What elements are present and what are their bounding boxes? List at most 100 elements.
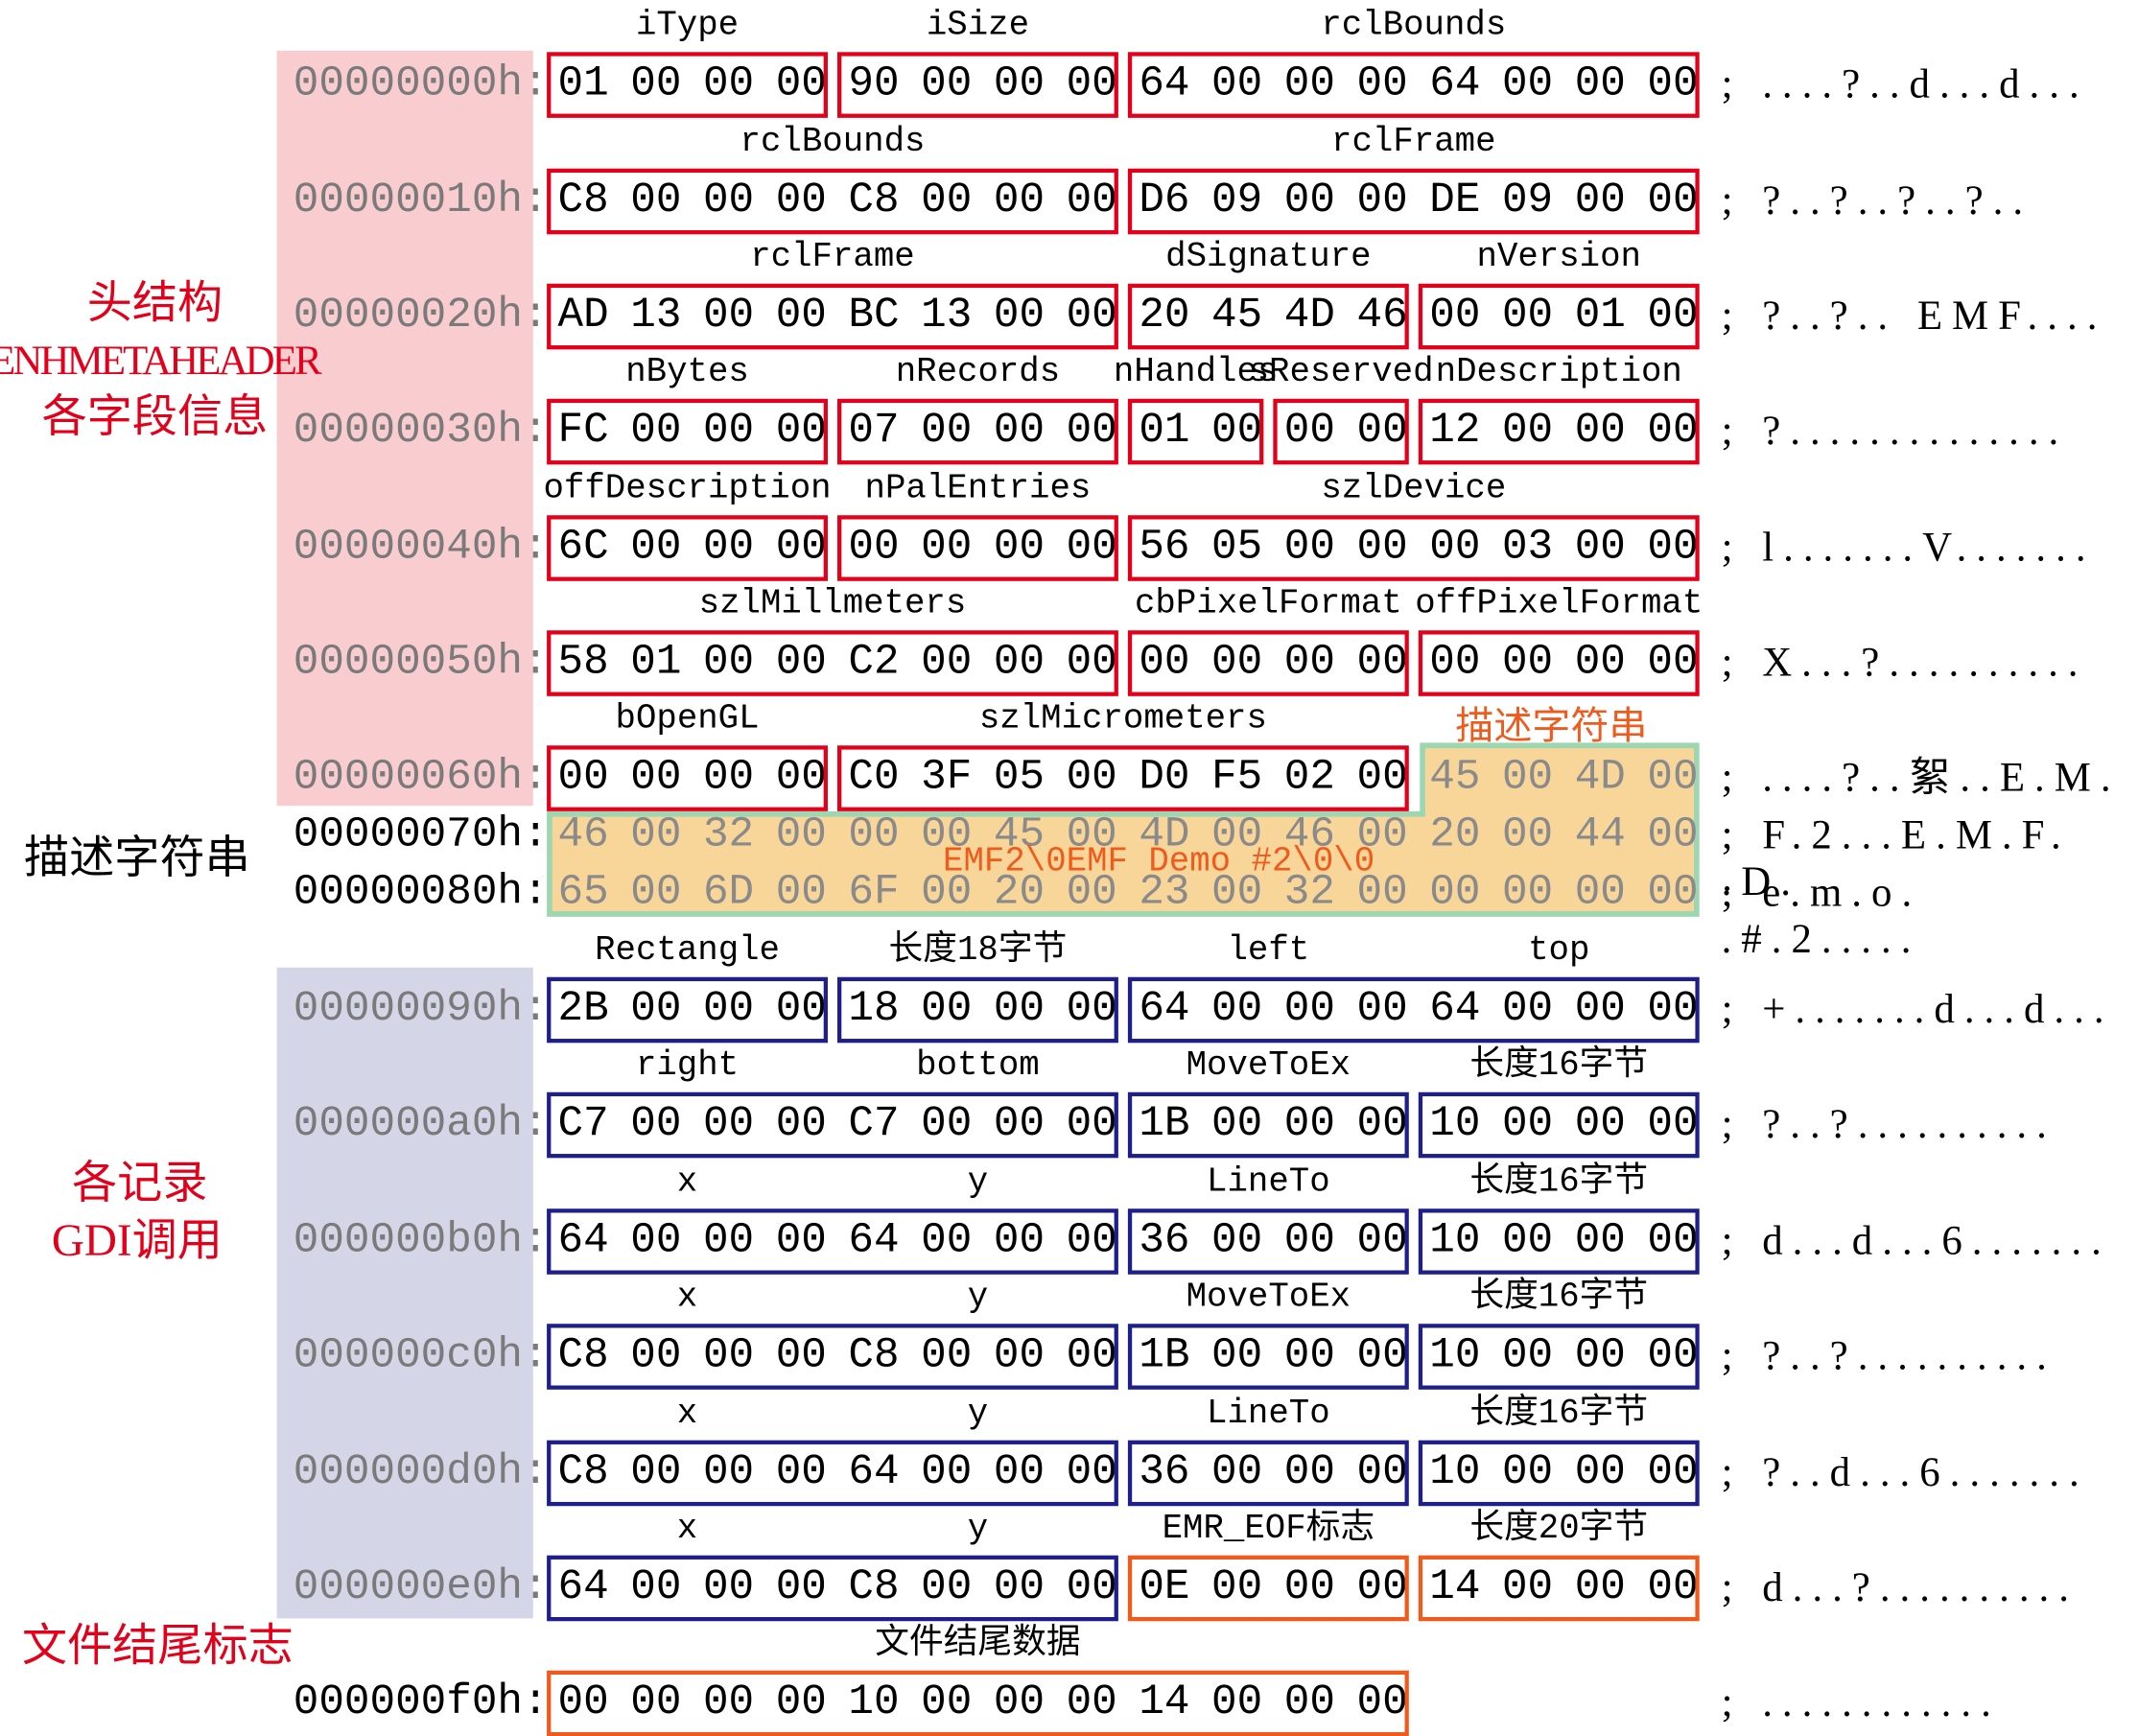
field-label: Rectangle <box>595 930 781 971</box>
row-offset: 000000d0h: <box>293 1448 549 1497</box>
row-offset: 00000090h: <box>293 985 549 1034</box>
hex-byte: 00 <box>1501 810 1554 859</box>
hex-byte: 00 <box>1501 868 1554 917</box>
field-box <box>836 52 1118 118</box>
side-label-fields: 各字段信息 <box>41 393 269 443</box>
field-label: x <box>676 1161 698 1203</box>
field-label: szlMillmeters <box>698 583 967 624</box>
field-box <box>1127 168 1700 235</box>
field-box <box>547 1091 1118 1159</box>
field-label: LineTo <box>1207 1161 1330 1203</box>
field-label: nBytes <box>625 352 749 392</box>
field-label: offPixelFormat <box>1415 583 1703 624</box>
row-offset: 000000e0h: <box>293 1563 549 1612</box>
row-offset: 00000050h: <box>293 638 549 687</box>
field-label: 长度16字节 <box>1469 1045 1649 1086</box>
field-label: bOpenGL <box>615 698 760 739</box>
field-box <box>547 283 1118 350</box>
hex-byte: 00 <box>1647 810 1699 859</box>
field-label: nDescription <box>1435 352 1682 392</box>
field-box <box>1418 1091 1700 1159</box>
hex-byte: 00 <box>1647 868 1699 917</box>
field-box <box>1418 283 1700 350</box>
field-label: right <box>635 1045 740 1086</box>
ascii-dump: ; ?..?.......... <box>1721 1333 2056 1379</box>
field-label: szlDevice <box>1321 468 1507 509</box>
hex-byte: 44 <box>1574 810 1626 859</box>
field-label: szlMicrometers <box>978 698 1267 739</box>
hex-byte: 46 <box>557 810 609 859</box>
field-box <box>1418 630 1700 696</box>
field-label: 长度20字节 <box>1469 1509 1649 1549</box>
hex-byte: 6D <box>702 868 755 917</box>
hex-byte: 45 <box>1429 753 1481 802</box>
field-box <box>1418 1555 1700 1622</box>
field-label: left <box>1227 930 1310 971</box>
field-box <box>547 1208 1118 1275</box>
field-box <box>547 168 1118 235</box>
field-label: x <box>676 1394 698 1434</box>
field-box <box>547 515 828 581</box>
ascii-dump: ; X...?.......... <box>1721 640 2088 686</box>
field-label: offDescription <box>543 468 832 509</box>
row-offset: 000000a0h: <box>293 1100 549 1149</box>
side-label-gdi-calls: GDI调用 <box>51 1216 223 1267</box>
field-label: bottom <box>916 1045 1040 1086</box>
field-box <box>547 1440 1118 1507</box>
ascii-dump: ; ?..?.. EMF.... <box>1721 293 2107 339</box>
hex-byte: 00 <box>775 810 827 859</box>
row-offset: 00000060h: <box>293 753 549 802</box>
field-label: rclBounds <box>1321 5 1507 46</box>
row-offset: 00000010h: <box>293 176 549 225</box>
row-offset: 000000c0h: <box>293 1331 549 1380</box>
ascii-dump: ; +.......d...d... <box>1721 986 2114 1032</box>
field-box <box>1127 1091 1409 1159</box>
field-label: x <box>676 1509 698 1549</box>
row-offset: 00000020h: <box>293 292 549 340</box>
field-label: MoveToEx <box>1186 1277 1351 1318</box>
field-box <box>547 398 828 465</box>
ascii-dump: ; ....?..d...d... <box>1721 61 2089 107</box>
field-box <box>1127 52 1700 118</box>
row-offset: 000000f0h: <box>293 1678 549 1727</box>
field-box <box>1418 1208 1700 1275</box>
side-label-enhmetaheader: ENHMETAHEADER <box>0 338 322 385</box>
hex-byte: 00 <box>848 810 900 859</box>
ascii-dump: ; l.......V....... <box>1721 525 2096 571</box>
field-label: rclBounds <box>740 122 926 162</box>
hex-byte: 00 <box>1501 753 1554 802</box>
ascii-dump: ; ?..d...6....... <box>1721 1449 2089 1495</box>
field-box <box>547 630 1118 696</box>
field-label: nPalEntries <box>864 468 1092 509</box>
ascii-dump: ; d...?.......... <box>1721 1564 2079 1610</box>
field-box <box>1127 283 1409 350</box>
field-label: MoveToEx <box>1186 1045 1351 1086</box>
emf-hex-diagram: 00000000h: 01 00 00 00 90 00 00 00 64 00 00 00 64 00 00… <box>0 0 2138 1736</box>
field-label: y <box>967 1277 989 1318</box>
description-overlay-text: EMF2\0EMF Demo #2\0\0 <box>943 841 1375 881</box>
ascii-dump: ; ............ <box>1721 1679 2001 1725</box>
field-label: nVersion <box>1476 237 1642 277</box>
field-label: EMR_EOF标志 <box>1162 1509 1375 1549</box>
field-box <box>1127 398 1264 465</box>
field-label: 长度16字节 <box>1469 1277 1649 1318</box>
field-box <box>547 1555 1118 1622</box>
field-label: rclFrame <box>1331 122 1496 162</box>
field-label: 长度16字节 <box>1469 1394 1649 1434</box>
hex-byte: 32 <box>702 810 755 859</box>
field-box <box>547 1670 1409 1736</box>
field-box <box>547 52 828 118</box>
field-box <box>836 398 1118 465</box>
field-box <box>1418 1324 1700 1390</box>
field-box <box>1127 1440 1409 1507</box>
hex-byte: 00 <box>775 868 827 917</box>
row-offset: 00000040h: <box>293 523 549 572</box>
hex-byte: 00 <box>630 868 682 917</box>
field-box <box>836 745 1409 811</box>
hex-byte: 65 <box>557 868 609 917</box>
field-box <box>1418 398 1700 465</box>
ascii-dump: ; ?..?.......... <box>1721 1101 2056 1147</box>
description-label: 描述字符串 <box>1455 705 1648 749</box>
field-label: rclFrame <box>750 237 915 277</box>
field-box <box>547 1324 1118 1390</box>
